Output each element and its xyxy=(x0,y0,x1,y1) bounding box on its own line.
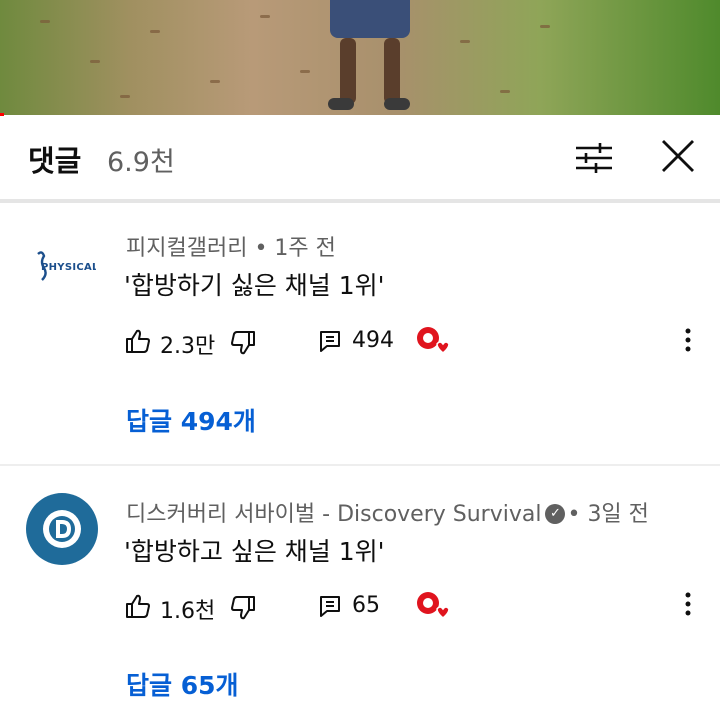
like-count: 1.6천 xyxy=(160,599,216,624)
dislike-button[interactable] xyxy=(229,594,257,626)
comment-text: '합방하기 싫은 채널 1위' xyxy=(124,271,385,300)
creator-heart-icon xyxy=(417,592,450,619)
thumbs-up-icon xyxy=(126,329,150,353)
reply-comment-icon xyxy=(320,331,340,352)
view-replies-link[interactable]: 답글 65개 xyxy=(126,666,239,702)
reply-count: 494 xyxy=(352,328,394,353)
comment-text: '합방하고 싶은 채널 1위' xyxy=(124,537,385,566)
close-button[interactable] xyxy=(656,134,700,178)
creator-heart xyxy=(414,324,452,362)
comment-author[interactable]: 디스커버리 서바이벌 - Discovery Survival ✓ • 3일 전 xyxy=(126,496,649,528)
video-thumbnail[interactable] xyxy=(0,0,720,115)
comments-title: 댓글 xyxy=(28,144,82,178)
filter-button[interactable] xyxy=(572,138,616,178)
reply-button[interactable] xyxy=(318,329,342,357)
comment-author[interactable]: 피지컬갤러리 • 1주 전 xyxy=(126,230,336,262)
view-replies-link[interactable]: 답글 494개 xyxy=(126,402,256,438)
header-divider xyxy=(0,199,720,203)
like-button[interactable] xyxy=(124,592,152,624)
comments-count: 6.9천 xyxy=(107,147,175,178)
reply-count: 65 xyxy=(352,593,380,618)
avatar[interactable]: PHYSICAL xyxy=(24,232,96,304)
comment-separator xyxy=(0,464,720,466)
more-options-button[interactable] xyxy=(678,590,698,622)
thumbs-down-icon xyxy=(231,596,255,620)
reply-comment-icon xyxy=(320,596,340,617)
discovery-logo xyxy=(43,510,81,548)
like-button[interactable] xyxy=(124,327,152,359)
like-count: 2.3만 xyxy=(160,334,216,359)
thumbs-up-icon xyxy=(126,594,150,618)
close-icon xyxy=(662,140,694,172)
more-vertical-icon xyxy=(685,328,691,352)
creator-heart xyxy=(414,589,452,627)
avatar-text: PHYSICAL xyxy=(41,262,96,273)
more-vertical-icon xyxy=(685,592,691,616)
avatar[interactable] xyxy=(26,493,98,565)
creator-heart-icon xyxy=(417,327,450,354)
thumbs-down-icon xyxy=(231,331,255,355)
filter-sliders-icon xyxy=(576,143,612,173)
reply-button[interactable] xyxy=(318,594,342,622)
more-options-button[interactable] xyxy=(678,326,698,358)
verified-check-icon: ✓ xyxy=(545,503,566,524)
person-image xyxy=(322,0,418,115)
dislike-button[interactable] xyxy=(229,329,257,361)
